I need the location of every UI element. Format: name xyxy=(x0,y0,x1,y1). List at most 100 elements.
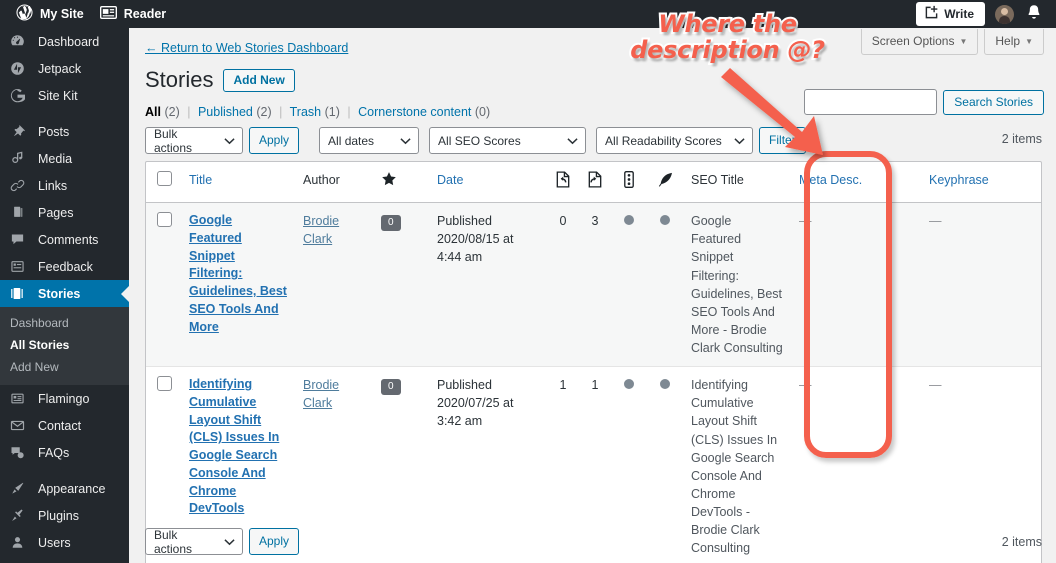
sidebar-item-feedback[interactable]: Feedback xyxy=(0,253,129,280)
masterbar-reader-label: Reader xyxy=(124,7,166,21)
bulk-actions-select[interactable]: Bulk actions xyxy=(145,127,243,154)
write-button[interactable]: Write xyxy=(916,2,985,26)
apply-button-top[interactable]: Apply xyxy=(249,127,299,154)
column-header-seo[interactable] xyxy=(647,162,683,202)
sidebar-item-site-kit[interactable]: Site Kit xyxy=(0,82,129,109)
all-dates-value: All dates xyxy=(328,134,374,148)
column-header-outgoing-links[interactable] xyxy=(579,162,611,202)
select-all-checkbox[interactable] xyxy=(157,171,172,186)
faqs-icon xyxy=(10,445,30,460)
outgoing-links-icon xyxy=(587,177,603,191)
search-stories-button[interactable]: Search Stories xyxy=(943,90,1044,115)
all-seo-scores-value: All SEO Scores xyxy=(438,134,521,148)
story-title-link[interactable]: Identifying Cumulative Layout Shift (CLS… xyxy=(189,376,287,518)
return-to-dashboard-link[interactable]: ← Return to Web Stories Dashboard xyxy=(145,41,348,55)
column-header-readability[interactable] xyxy=(611,162,647,202)
sidebar-item-pages[interactable]: Pages xyxy=(0,199,129,226)
sidebar-item-posts[interactable]: Posts xyxy=(0,118,129,145)
chevron-down-icon: ▼ xyxy=(1025,37,1033,46)
view-trash-label[interactable]: Trash xyxy=(290,105,322,119)
write-button-label: Write xyxy=(944,7,974,21)
readability-score-icon xyxy=(624,177,634,191)
submenu-item-all-stories[interactable]: All Stories xyxy=(0,334,129,356)
separator: | xyxy=(279,105,282,119)
submenu-item-dashboard[interactable]: Dashboard xyxy=(0,312,129,334)
view-published-label[interactable]: Published xyxy=(198,105,253,119)
separator: | xyxy=(187,105,190,119)
sidebar-item-dashboard[interactable]: Dashboard xyxy=(0,28,129,55)
author-link[interactable]: Brodie Clark xyxy=(303,214,339,246)
sidebar-item-label: Links xyxy=(38,179,67,193)
row-outgoing-links: 3 xyxy=(579,203,611,366)
chevron-down-icon xyxy=(734,134,745,148)
score-dot-icon xyxy=(624,379,634,389)
sidebar-item-label: Pages xyxy=(38,206,73,220)
sidebar-item-label: Site Kit xyxy=(38,89,78,103)
masterbar-my-site-label: My Site xyxy=(40,7,84,21)
column-header-star[interactable] xyxy=(373,162,429,202)
screen-options-label: Screen Options xyxy=(872,34,955,48)
view-all-label[interactable]: All xyxy=(145,105,161,119)
table-row: Google Featured Snippet Filtering: Guide… xyxy=(146,203,1041,367)
column-header-title[interactable]: Title xyxy=(181,162,295,202)
row-star-cell: 0 xyxy=(373,367,429,563)
masterbar-my-site[interactable]: My Site xyxy=(8,0,92,28)
all-readability-scores-select[interactable]: All Readability Scores xyxy=(596,127,753,154)
page-title: Stories xyxy=(145,67,213,93)
sidebar-item-users[interactable]: Users xyxy=(0,529,129,556)
plugins-plug-icon xyxy=(10,508,30,523)
seo-feather-icon xyxy=(657,177,674,191)
items-count-top: 2 items xyxy=(1002,132,1042,146)
bulk-actions-select-bottom[interactable]: Bulk actions xyxy=(145,528,243,555)
avatar[interactable] xyxy=(995,5,1014,24)
submenu-item-add-new[interactable]: Add New xyxy=(0,356,129,378)
row-seo-title: Google Featured Snippet Filtering: Guide… xyxy=(683,203,791,366)
column-header-meta-desc[interactable]: Meta Desc. xyxy=(791,162,921,202)
column-header-keyphrase[interactable]: Keyphrase xyxy=(921,162,1031,202)
filter-button[interactable]: Filter xyxy=(759,127,806,154)
apply-button-bottom[interactable]: Apply xyxy=(249,528,299,555)
view-cornerstone-label[interactable]: Cornerstone content xyxy=(358,105,471,119)
all-seo-scores-select[interactable]: All SEO Scores xyxy=(429,127,586,154)
sidebar-item-media[interactable]: Media xyxy=(0,145,129,172)
media-icon xyxy=(10,151,30,166)
chevron-down-icon xyxy=(224,535,235,549)
row-checkbox[interactable] xyxy=(157,376,172,391)
all-dates-select[interactable]: All dates xyxy=(319,127,419,154)
search-input[interactable] xyxy=(804,89,937,115)
table-head: Title Author Date xyxy=(146,162,1041,203)
sidebar-item-flamingo[interactable]: Flamingo xyxy=(0,385,129,412)
notifications-bell-icon[interactable] xyxy=(1026,4,1042,25)
row-seo-title: Identifying Cumulative Layout Shift (CLS… xyxy=(683,367,791,563)
sidebar-item-label: Appearance xyxy=(38,482,105,496)
column-header-date[interactable]: Date xyxy=(429,162,547,202)
screen-options-button[interactable]: Screen Options ▼ xyxy=(861,29,979,55)
sidebar-item-appearance[interactable]: Appearance xyxy=(0,475,129,502)
row-checkbox[interactable] xyxy=(157,212,172,227)
screen-meta-buttons: Screen Options ▼ Help ▼ xyxy=(861,29,1044,55)
bulk-actions-value-bottom: Bulk actions xyxy=(154,528,218,556)
add-new-button[interactable]: Add New xyxy=(223,69,294,92)
search-area: Search Stories xyxy=(804,89,1044,115)
sidebar-item-links[interactable]: Links xyxy=(0,172,129,199)
sidebar-item-stories[interactable]: Stories xyxy=(0,280,129,307)
sidebar-item-label: Users xyxy=(38,536,71,550)
sidebar-item-label: Jetpack xyxy=(38,62,81,76)
sidebar-item-comments[interactable]: Comments xyxy=(0,226,129,253)
help-button[interactable]: Help ▼ xyxy=(984,29,1044,55)
date-status: Published xyxy=(437,212,539,230)
sidebar-item-faqs[interactable]: FAQs xyxy=(0,439,129,466)
sidebar-item-label: Posts xyxy=(38,125,69,139)
row-date-cell: Published 2020/07/25 at 3:42 am xyxy=(429,367,547,563)
sidebar-item-plugins[interactable]: Plugins xyxy=(0,502,129,529)
link-icon xyxy=(10,178,30,193)
story-title-link[interactable]: Google Featured Snippet Filtering: Guide… xyxy=(189,212,287,336)
table-header-row: Title Author Date xyxy=(146,162,1041,203)
masterbar-reader[interactable]: Reader xyxy=(92,0,174,28)
sidebar-item-jetpack[interactable]: Jetpack xyxy=(0,55,129,82)
sidebar-item-contact[interactable]: Contact xyxy=(0,412,129,439)
author-link[interactable]: Brodie Clark xyxy=(303,378,339,410)
star-count-badge: 0 xyxy=(381,379,401,395)
help-label: Help xyxy=(995,34,1020,48)
column-header-incoming-links[interactable] xyxy=(547,162,579,202)
